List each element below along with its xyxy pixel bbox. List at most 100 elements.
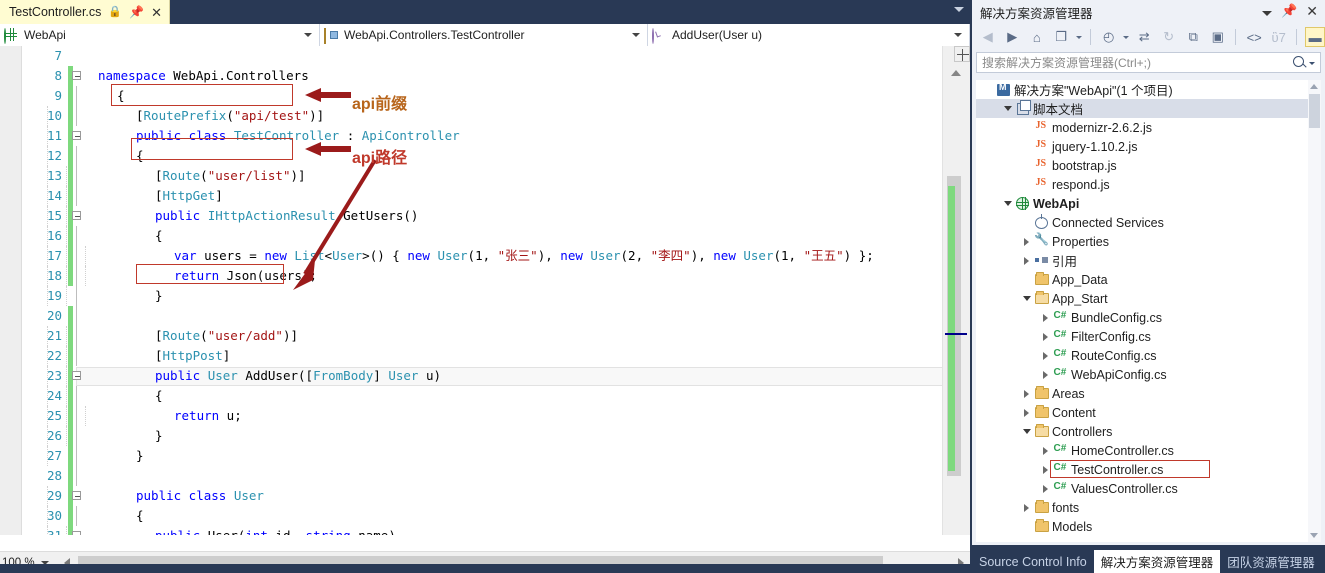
code-fold-toggle-icon[interactable]	[72, 211, 81, 220]
class-dropdown[interactable]: WebApi.Controllers.TestController	[320, 24, 648, 46]
code-fold-toggle-icon[interactable]	[72, 131, 81, 140]
new-folder-icon[interactable]: ❐	[1052, 27, 1072, 47]
expand-triangle-icon[interactable]	[1039, 446, 1052, 455]
panel-tab[interactable]: Source Control Info	[972, 550, 1094, 573]
tree-node[interactable]: BundleConfig.cs	[976, 308, 1321, 327]
tree-node[interactable]: FilterConfig.cs	[976, 327, 1321, 346]
panel-tab[interactable]: 团队资源管理器	[1220, 550, 1322, 573]
code-line[interactable]: 12 {	[22, 146, 942, 166]
code-line[interactable]: 11 public class TestController : ApiContr…	[22, 126, 942, 146]
editor-split-grip[interactable]	[954, 46, 970, 62]
solution-tree[interactable]: 解决方案"WebApi"(1 个项目) 脚本文档 modernizr-2.6.2.j…	[976, 80, 1321, 542]
chevron-down-icon[interactable]	[1076, 35, 1082, 39]
code-lines[interactable]: 7 8 namespace WebApi.Controllers 9{10 [Route…	[22, 46, 942, 551]
lock-icon[interactable]: 🔒	[108, 6, 122, 18]
code-line[interactable]: 25 return u;	[22, 406, 942, 426]
editor-vertical-scrollbar[interactable]	[942, 46, 970, 551]
scroll-up-arrow-icon[interactable]	[1310, 84, 1318, 89]
tree-node[interactable]: App_Start	[976, 289, 1321, 308]
preview-icon[interactable]: ▬	[1305, 27, 1325, 47]
close-icon[interactable]: ✕	[1306, 4, 1318, 18]
code-line[interactable]: 28	[22, 466, 942, 486]
code-line[interactable]: 24 {	[22, 386, 942, 406]
code-line[interactable]: 27}	[22, 446, 942, 466]
search-options-chevron-down-icon[interactable]	[1309, 62, 1315, 65]
member-dropdown[interactable]: AddUser(User u)	[648, 24, 970, 46]
code-line[interactable]: 15 public IHttpActionResult GetUsers()	[22, 206, 942, 226]
tree-node[interactable]: HomeController.cs	[976, 441, 1321, 460]
project-dropdown[interactable]: WebApi	[0, 24, 320, 46]
tree-node[interactable]: App_Data	[976, 270, 1321, 289]
tree-node[interactable]: Controllers	[976, 422, 1321, 441]
tree-node[interactable]: ValuesController.cs	[976, 479, 1321, 498]
properties-icon[interactable]: ὒ7	[1269, 27, 1289, 47]
forward-icon[interactable]: ▶	[1003, 27, 1023, 47]
code-line[interactable]: 18 return Json(users);	[22, 266, 942, 286]
tree-node[interactable]: modernizr-2.6.2.js	[976, 118, 1321, 137]
tree-node[interactable]: RouteConfig.cs	[976, 346, 1321, 365]
expand-triangle-icon[interactable]	[1039, 370, 1052, 379]
code-line[interactable]: 30 {	[22, 506, 942, 526]
sync-icon[interactable]: ⇄	[1134, 27, 1154, 47]
collapse-triangle-icon[interactable]	[1001, 201, 1014, 206]
pin-icon[interactable]: 📌	[129, 6, 144, 18]
code-line[interactable]: 16 {	[22, 226, 942, 246]
code-text-area[interactable]: 7 8 namespace WebApi.Controllers 9{10 [Route…	[0, 46, 970, 551]
tree-node[interactable]: WebApi	[976, 194, 1321, 213]
expand-triangle-icon[interactable]	[1039, 313, 1052, 322]
panel-tab[interactable]: 解决方案资源管理器	[1093, 550, 1221, 573]
show-all-files-icon[interactable]: ▣	[1208, 27, 1228, 47]
code-line[interactable]: 22 [HttpPost]	[22, 346, 942, 366]
code-line[interactable]: 19}	[22, 286, 942, 306]
code-line[interactable]: 14 [HttpGet]	[22, 186, 942, 206]
expand-triangle-icon[interactable]	[1020, 256, 1033, 265]
tree-node[interactable]: jquery-1.10.2.js	[976, 137, 1321, 156]
code-fold-toggle-icon[interactable]	[72, 71, 81, 80]
expand-triangle-icon[interactable]	[1020, 237, 1033, 246]
chevron-down-icon[interactable]	[632, 33, 640, 37]
code-line[interactable]: 29 public class User	[22, 486, 942, 506]
collapse-triangle-icon[interactable]	[1001, 106, 1014, 111]
collapse-triangle-icon[interactable]	[1020, 429, 1033, 434]
code-line[interactable]: 21 [Route("user/add")]	[22, 326, 942, 346]
tree-node[interactable]: respond.js	[976, 175, 1321, 194]
expand-triangle-icon[interactable]	[1020, 408, 1033, 417]
search-input[interactable]: 搜索解决方案资源管理器(Ctrl+;)	[976, 52, 1321, 73]
code-line[interactable]: 26}	[22, 426, 942, 446]
refresh-icon[interactable]: ↻	[1159, 27, 1179, 47]
solution-tree-scrollbar[interactable]	[1308, 80, 1321, 542]
close-icon[interactable]: ✕	[151, 6, 162, 19]
expand-triangle-icon[interactable]	[1039, 332, 1052, 341]
code-line[interactable]: 7	[22, 46, 942, 66]
pending-changes-icon[interactable]: ◴	[1099, 27, 1119, 47]
code-fold-toggle-icon[interactable]	[72, 371, 81, 380]
tree-node[interactable]: 脚本文档	[976, 99, 1321, 118]
code-line[interactable]: 8 namespace WebApi.Controllers	[22, 66, 942, 86]
code-line[interactable]: 20	[22, 306, 942, 326]
scroll-up-arrow-icon[interactable]	[951, 70, 961, 76]
collapse-triangle-icon[interactable]	[1020, 296, 1033, 301]
code-view-icon[interactable]: <>	[1244, 27, 1264, 47]
pin-icon[interactable]: 📌	[1281, 4, 1297, 18]
expand-triangle-icon[interactable]	[1020, 503, 1033, 512]
tab-overflow-chevron-down-icon[interactable]	[954, 7, 964, 12]
window-menu-chevron-down-icon[interactable]	[1262, 11, 1273, 16]
code-line[interactable]: 23 public User AddUser([FromBody] User u)	[22, 366, 942, 386]
home-icon[interactable]: ⌂	[1027, 27, 1047, 47]
tree-node[interactable]: Properties	[976, 232, 1321, 251]
tree-scroll-thumb[interactable]	[1309, 94, 1320, 128]
tree-node[interactable]: Areas	[976, 384, 1321, 403]
code-line[interactable]: 13 [Route("user/list")]	[22, 166, 942, 186]
back-icon[interactable]: ◀	[978, 27, 998, 47]
chevron-down-icon[interactable]	[954, 33, 962, 37]
expand-triangle-icon[interactable]	[1039, 351, 1052, 360]
editor-tab-testcontroller[interactable]: TestController.cs 🔒 📌 ✕	[0, 0, 170, 24]
chevron-down-icon[interactable]	[1123, 35, 1130, 39]
code-line[interactable]: 17 var users = new List<User>() { new Use…	[22, 246, 942, 266]
tree-node[interactable]: bootstrap.js	[976, 156, 1321, 175]
tree-node[interactable]: Connected Services	[976, 213, 1321, 232]
tree-node[interactable]: Content	[976, 403, 1321, 422]
search-icon[interactable]	[1293, 56, 1304, 67]
expand-triangle-icon[interactable]	[1020, 389, 1033, 398]
tree-node[interactable]: fonts	[976, 498, 1321, 517]
